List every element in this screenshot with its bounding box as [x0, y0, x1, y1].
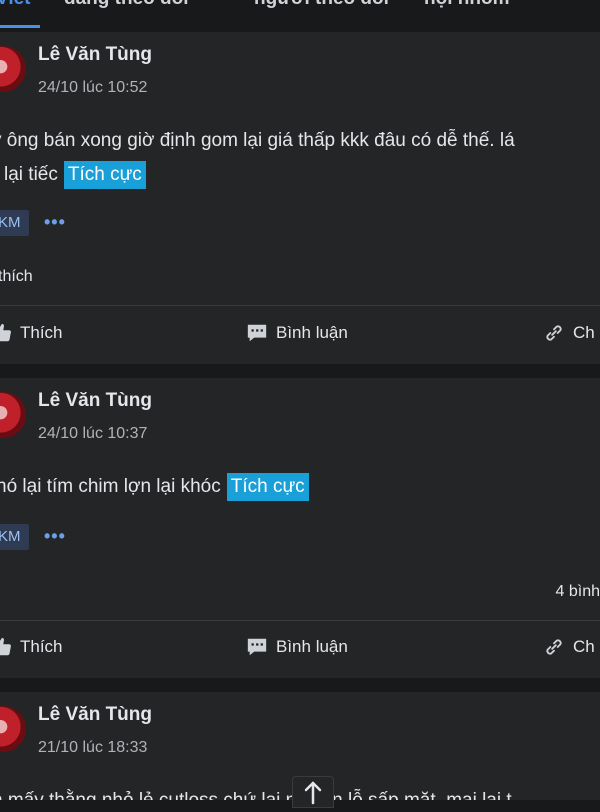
- share-button[interactable]: Ch: [543, 322, 595, 344]
- post-text-fragment: nó lại tím chim lợn lại khóc: [0, 476, 221, 497]
- post-text-line-1: y ông bán xong giờ định gom lại giá thấp…: [0, 130, 515, 151]
- arrow-up-icon: [304, 781, 322, 805]
- more-dots-icon[interactable]: •••: [44, 526, 66, 547]
- post-text-line-1: nó lại tím chim lợn lại khóc Tích cực: [0, 470, 309, 504]
- post-text-fragment: lại tiếc: [4, 164, 58, 185]
- post-card: Lê Văn Tùng 24/10 lúc 10:37 nó lại tím c…: [0, 378, 600, 678]
- share-icon: [546, 325, 562, 341]
- scroll-to-top-button[interactable]: [292, 776, 334, 808]
- post-time[interactable]: 24/10 lúc 10:52: [38, 79, 147, 97]
- divider: [0, 305, 600, 306]
- comment-icon: [247, 638, 267, 656]
- comment-label: Bình luận: [276, 637, 348, 656]
- comment-button[interactable]: Bình luận: [246, 636, 348, 658]
- like-label: Thích: [20, 323, 63, 342]
- post-author[interactable]: Lê Văn Tùng: [38, 44, 152, 66]
- post-text-line-2: lại tiếc Tích cực: [4, 158, 146, 192]
- share-label: Ch: [573, 323, 595, 342]
- tab-bar: Viết đang theo dõi người theo dõi hội nh…: [0, 0, 600, 28]
- thumbs-up-icon: [0, 323, 11, 342]
- post-author[interactable]: Lê Văn Tùng: [38, 390, 152, 412]
- thumbs-up-icon: [0, 637, 11, 656]
- stock-badge[interactable]: KM: [0, 210, 29, 236]
- share-button[interactable]: Ch: [543, 636, 595, 658]
- sentiment-tag: Tích cực: [63, 161, 146, 189]
- tab-groups[interactable]: hội nhóm: [424, 0, 509, 10]
- post-time[interactable]: 24/10 lúc 10:37: [38, 425, 147, 443]
- comment-button[interactable]: Bình luận: [246, 322, 348, 344]
- comment-label: Bình luận: [276, 323, 348, 342]
- tab-viet[interactable]: Viết: [0, 0, 31, 10]
- share-icon: [546, 639, 562, 655]
- divider: [0, 620, 600, 621]
- avatar[interactable]: [0, 46, 26, 92]
- like-label: Thích: [20, 637, 63, 656]
- sentiment-tag: Tích cực: [226, 473, 309, 501]
- avatar[interactable]: [0, 706, 26, 752]
- post-author[interactable]: Lê Văn Tùng: [38, 704, 152, 726]
- tab-following[interactable]: đang theo dõi: [64, 0, 189, 10]
- likes-summary[interactable]: thích: [0, 268, 33, 286]
- share-label: Ch: [573, 637, 595, 656]
- active-tab-indicator: [0, 25, 40, 28]
- more-dots-icon[interactable]: •••: [44, 212, 66, 233]
- post-card: Lê Văn Tùng 24/10 lúc 10:52 y ông bán xo…: [0, 32, 600, 364]
- like-button[interactable]: Thích: [0, 322, 63, 344]
- post-time[interactable]: 21/10 lúc 18:33: [38, 739, 147, 757]
- comment-icon: [247, 324, 267, 342]
- like-button[interactable]: Thích: [0, 636, 63, 658]
- tab-followers[interactable]: người theo dõi: [254, 0, 389, 10]
- post-text-line-1: n mấy thằng nhỏ lẻ cutloss chứ lại nó cò…: [0, 784, 512, 800]
- stock-badge[interactable]: KM: [0, 524, 29, 550]
- comments-count[interactable]: 4 bình: [556, 583, 600, 601]
- avatar[interactable]: [0, 392, 26, 438]
